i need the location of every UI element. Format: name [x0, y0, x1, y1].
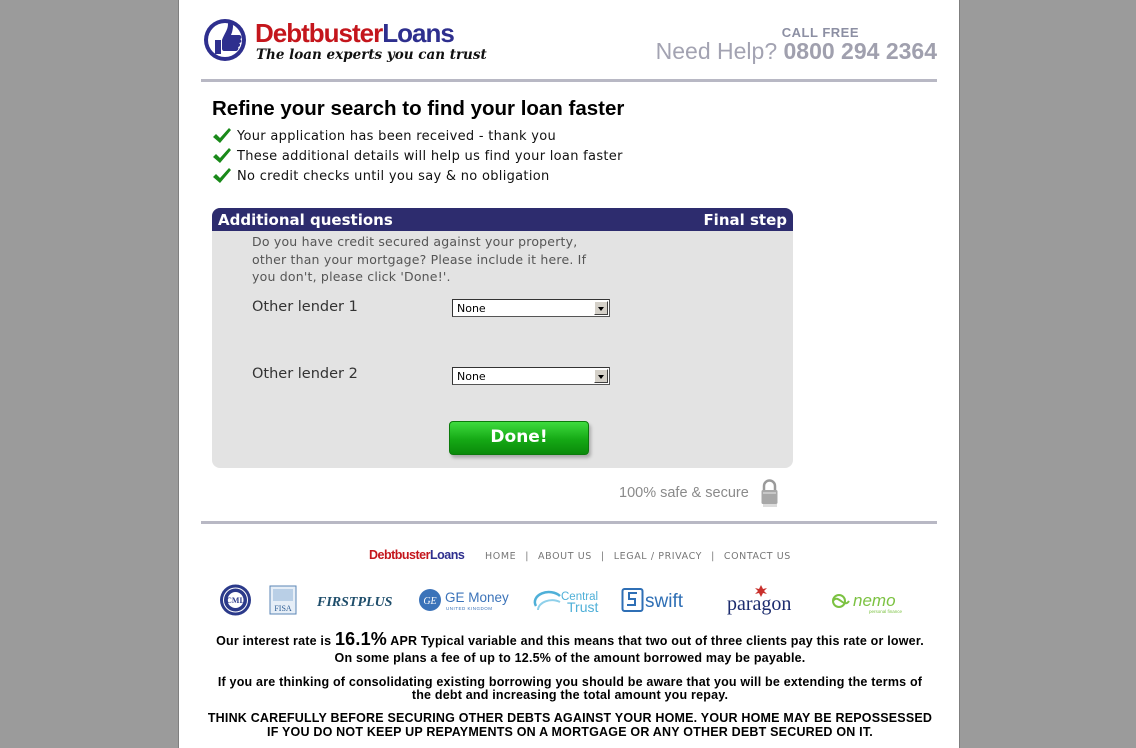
paragon-text: paragon	[727, 593, 791, 615]
check-item-text: These additional details will help us fi…	[237, 149, 623, 164]
ge-money-text: GE Money	[445, 590, 509, 605]
footer-nav: HOME | ABOUT US | LEGAL / PRIVACY | CONTACT US	[485, 551, 791, 562]
checkmark-icon	[213, 128, 231, 143]
nemo-subtext: personal finance	[869, 609, 903, 614]
check-item-text: Your application has been received - tha…	[237, 129, 557, 144]
footer-link-legal-privacy[interactable]: LEGAL / PRIVACY	[614, 551, 702, 562]
footer-link-contact[interactable]: CONTACT US	[724, 551, 791, 562]
footer-link-about[interactable]: ABOUT US	[538, 551, 592, 562]
additional-questions-panel: Additional questions Final step Do you h…	[212, 208, 793, 468]
footer-brand[interactable]: DebtbusterLoans	[369, 548, 465, 562]
fee-disclaimer: On some plans a fee of up to 12.5% of th…	[334, 651, 806, 665]
checkmark-icon	[213, 168, 231, 183]
other-lender-2-value: None	[457, 370, 486, 383]
other-lender-2-select[interactable]: None	[452, 367, 610, 385]
svg-text:GE: GE	[423, 596, 436, 607]
header-divider	[201, 79, 937, 82]
fisa-logo: FISA	[269, 585, 297, 615]
page-title: Refine your search to find your loan fas…	[212, 97, 625, 120]
dropdown-arrow-icon[interactable]	[594, 301, 608, 315]
thumbs-up-logo-icon	[204, 19, 246, 61]
brand-tagline: The loan experts you can trust	[256, 47, 487, 63]
panel-instructions: Do you have credit secured against your …	[252, 234, 587, 284]
swift-logo: swift	[621, 588, 684, 612]
footer-link-home[interactable]: HOME	[485, 551, 516, 562]
page-container: DebtbusterLoans The loan experts you can…	[178, 0, 960, 748]
consolidation-warning-line2: the debt and increasing the total amount…	[411, 688, 729, 702]
safe-secure-text: 100% safe & secure	[619, 485, 749, 501]
ge-money-logo: GE GE Money UNITED KINGDOM	[419, 589, 509, 611]
apr-rate: 16.1%	[334, 629, 387, 649]
cml-logo: CML	[220, 584, 251, 616]
svg-text:CML: CML	[226, 596, 245, 605]
other-lender-2-label: Other lender 2	[252, 366, 358, 382]
panel-title: Additional questions	[218, 211, 393, 229]
ge-money-subtext: UNITED KINGDOM	[446, 606, 493, 611]
swift-text: swift	[645, 591, 684, 612]
paragon-logo: paragon	[727, 585, 791, 615]
brand-name: DebtbusterLoans	[255, 18, 455, 48]
panel-step-label: Final step	[703, 211, 787, 229]
done-button[interactable]: Done!	[449, 421, 589, 455]
check-item-text: No credit checks until you say & no obli…	[237, 169, 550, 184]
other-lender-1-select[interactable]: None	[452, 299, 610, 317]
firstplus-logo: FIRSTPLUS	[316, 595, 393, 610]
footer-divider	[201, 521, 937, 524]
checkmark-icon	[213, 148, 231, 163]
padlock-icon	[761, 479, 778, 507]
firstplus-text: FIRSTPLUS	[316, 595, 393, 610]
repossession-warning-line2: IF YOU DO NOT KEEP UP REPAYMENTS ON A MO…	[267, 725, 873, 739]
other-lender-1-value: None	[457, 302, 486, 315]
repossession-warning-line1: THINK CAREFULLY BEFORE SECURING OTHER DE…	[207, 711, 933, 725]
nemo-text: nemo	[853, 591, 896, 610]
other-lender-1-label: Other lender 1	[252, 299, 358, 315]
central-trust-logo: Central Trust	[533, 590, 598, 615]
need-help-text: Need Help?	[655, 38, 778, 64]
fisa-text: FISA	[274, 604, 292, 613]
dropdown-arrow-icon[interactable]	[594, 369, 608, 383]
debtbuster-logo[interactable]: DebtbusterLoans The loan experts you can…	[201, 10, 487, 70]
trust-text: Trust	[567, 599, 598, 615]
panel-header: Additional questions Final step	[212, 208, 793, 231]
apr-disclaimer: Our interest rate is 16.1% APR Typical v…	[216, 629, 924, 649]
phone-number[interactable]: 0800 294 2364	[784, 38, 938, 64]
nemo-logo: nemo personal finance	[832, 591, 903, 614]
help-phone: Need Help? 0800 294 2364	[656, 38, 937, 65]
